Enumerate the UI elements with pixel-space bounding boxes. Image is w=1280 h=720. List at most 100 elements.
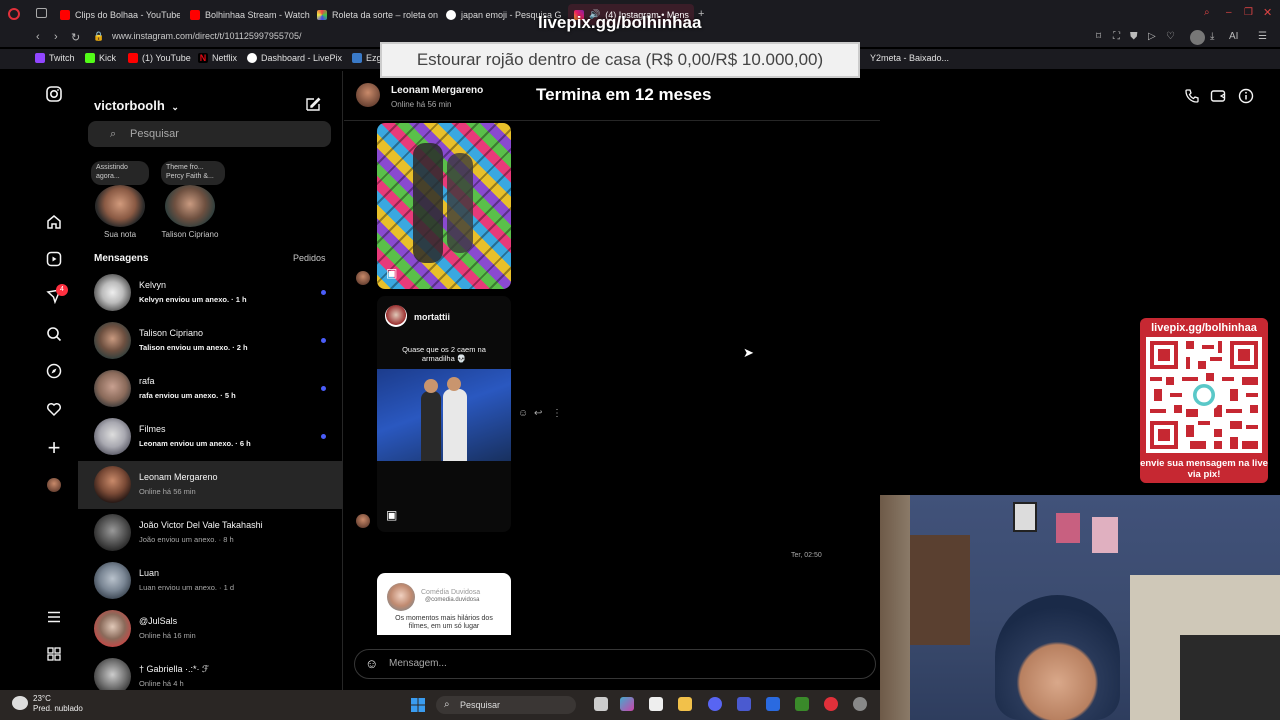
app-icon[interactable]: [766, 697, 780, 711]
tab-roleta[interactable]: Roleta da sorte – roleta on: [311, 4, 438, 25]
shield-icon[interactable]: ⛊: [1130, 31, 1138, 42]
netflix-icon: N: [198, 53, 208, 63]
search-input[interactable]: ⌕ Pesquisar: [88, 121, 331, 147]
opera-gx-icon[interactable]: [824, 697, 838, 711]
react-emoji-icon[interactable]: ☺: [518, 408, 528, 419]
shared-post-card[interactable]: mortattii Quase que os 2 caem na armadil…: [377, 296, 511, 532]
task-view-icon[interactable]: [594, 697, 608, 711]
conversation-item[interactable]: @JulSals Online há 16 min: [78, 605, 343, 653]
conversation-item[interactable]: João Victor Del Vale Takahashi João envi…: [78, 509, 343, 557]
bookmark-y2meta[interactable]: Y2meta - Baixado...: [870, 53, 949, 63]
menu-icon[interactable]: ☰: [1258, 31, 1267, 42]
compose-message-icon[interactable]: [305, 96, 321, 116]
threads-apps-icon[interactable]: [44, 646, 64, 666]
tab-bolhinhaa-stream[interactable]: Bolhinhaa Stream - Watch: [184, 4, 312, 25]
store-icon[interactable]: [649, 697, 663, 711]
search-icon: ⌕: [110, 128, 117, 140]
conversation-preview: rafa enviou um anexo. · 5 h: [139, 391, 236, 400]
livepix-icon: [247, 53, 257, 63]
profile-avatar[interactable]: [44, 475, 64, 495]
bookmark-livepix[interactable]: Dashboard - LivePix: [247, 53, 342, 63]
weather-temperature[interactable]: 23°C: [33, 694, 51, 703]
shared-profile-card[interactable]: Comédia Duvidosa @comedia.duvidosa Os mo…: [377, 573, 511, 635]
close-icon[interactable]: ✕: [1263, 6, 1272, 19]
opera-logo-icon[interactable]: [8, 8, 20, 20]
back-icon[interactable]: ‹: [36, 31, 40, 43]
more-options-icon[interactable]: ⋮: [552, 408, 562, 419]
bookmark-netflix[interactable]: N Netflix: [198, 53, 237, 63]
conversation-preview: Luan enviou um anexo. · 1 d: [139, 583, 235, 592]
conversation-name: Leonam Mergareno: [139, 472, 218, 482]
message-input[interactable]: ☺ Mensagem...: [354, 649, 876, 679]
bookmark-twitch[interactable]: Twitch: [35, 53, 75, 63]
avatar: [94, 562, 131, 599]
aria-ai-icon[interactable]: AI: [1229, 31, 1238, 42]
reload-icon[interactable]: ↻: [71, 31, 80, 44]
note-bubble: Theme fro... Percy Faith &...: [161, 161, 225, 185]
peer-avatar[interactable]: [356, 83, 380, 107]
more-menu-icon[interactable]: [44, 609, 64, 629]
mouse-cursor-icon: ➤: [743, 345, 754, 360]
discord-icon[interactable]: [708, 697, 722, 711]
conversation-item[interactable]: Luan Luan enviou um anexo. · 1 d: [78, 557, 343, 605]
phone-call-icon[interactable]: [1184, 88, 1200, 107]
sender-avatar[interactable]: [356, 271, 370, 285]
bookmark-kick[interactable]: Kick: [85, 53, 116, 63]
conversation-item[interactable]: rafa rafa enviou um anexo. · 5 h: [78, 365, 343, 413]
file-explorer-icon[interactable]: [678, 697, 692, 711]
peer-name[interactable]: Leonam Mergareno: [391, 85, 483, 96]
info-icon[interactable]: [1238, 88, 1254, 107]
play-icon[interactable]: ▷: [1148, 31, 1156, 42]
conversation-item[interactable]: † Gabriella ·.:*· ℱ Online há 4 h: [78, 653, 343, 691]
explore-icon[interactable]: [44, 363, 64, 383]
messages-heading: Mensagens: [94, 253, 149, 264]
reply-icon[interactable]: ↩: [534, 408, 542, 419]
heart-icon[interactable]: ♡: [1166, 31, 1175, 42]
maximize-icon[interactable]: ❐: [1244, 7, 1253, 18]
sender-avatar[interactable]: [356, 514, 370, 528]
search-icon[interactable]: [44, 326, 64, 346]
messenger-icon[interactable]: 4: [44, 284, 68, 308]
obs-icon[interactable]: [853, 697, 867, 711]
account-switcher[interactable]: victorboolh ⌄: [94, 98, 179, 113]
instagram-logo-icon[interactable]: [44, 86, 64, 106]
bookmark-ezgif[interactable]: Ezgi: [352, 53, 384, 63]
windows-start-icon[interactable]: [410, 697, 426, 713]
emoji-icon[interactable]: ☺: [365, 650, 378, 678]
conversation-name: rafa: [139, 376, 155, 386]
forward-icon[interactable]: ›: [54, 31, 58, 43]
create-plus-icon[interactable]: +: [44, 437, 64, 459]
conversation-item-selected[interactable]: Leonam Mergareno Online há 56 min: [78, 461, 343, 509]
conversation-preview: Online há 56 min: [139, 487, 196, 496]
conversation-item[interactable]: Kelvyn Kelvyn enviou um anexo. · 1 h: [78, 269, 343, 317]
weather-cloud-icon[interactable]: [12, 696, 28, 710]
note-caption: Talison Cipriano: [161, 230, 219, 239]
post-author[interactable]: mortattii: [414, 312, 450, 322]
download-icon[interactable]: ⤓: [1210, 31, 1214, 42]
workspace-icon[interactable]: [36, 8, 47, 18]
shared-reel-thumbnail[interactable]: ▣: [377, 123, 511, 289]
profile-avatar[interactable]: [1190, 30, 1205, 45]
bookmark-icon[interactable]: ⌑: [1096, 31, 1101, 42]
taskbar-search[interactable]: ⌕ Pesquisar: [436, 696, 576, 714]
conversation-item[interactable]: Talison Cipriano Talison enviou um anexo…: [78, 317, 343, 365]
instagram-left-nav: 4 +: [30, 71, 78, 691]
video-call-icon[interactable]: [1210, 88, 1226, 107]
home-icon[interactable]: [44, 214, 64, 234]
reels-icon[interactable]: [44, 251, 64, 271]
conversation-preview: João enviou um anexo. · 8 h: [139, 535, 234, 544]
bookmark-youtube[interactable]: (1) YouTube: [128, 53, 191, 63]
search-tabs-icon[interactable]: ⌕: [1204, 7, 1210, 18]
url-field[interactable]: www.instagram.com/direct/t/1011259979557…: [112, 31, 301, 41]
weather-description[interactable]: Pred. nublado: [33, 704, 83, 713]
teams-icon[interactable]: [737, 697, 751, 711]
minimize-icon[interactable]: –: [1226, 7, 1232, 18]
webcam-overlay: [880, 495, 1280, 720]
conversation-item[interactable]: Filmes Leonam enviou um anexo. · 6 h: [78, 413, 343, 461]
copilot-icon[interactable]: [620, 697, 634, 711]
minecraft-icon[interactable]: [795, 697, 809, 711]
notifications-heart-icon[interactable]: [44, 401, 64, 421]
requests-link[interactable]: Pedidos: [293, 253, 326, 263]
tab-youtube-clips[interactable]: Clips do Bolhaa - YouTube: [54, 4, 180, 25]
snapshot-icon[interactable]: ⛶: [1113, 31, 1120, 42]
